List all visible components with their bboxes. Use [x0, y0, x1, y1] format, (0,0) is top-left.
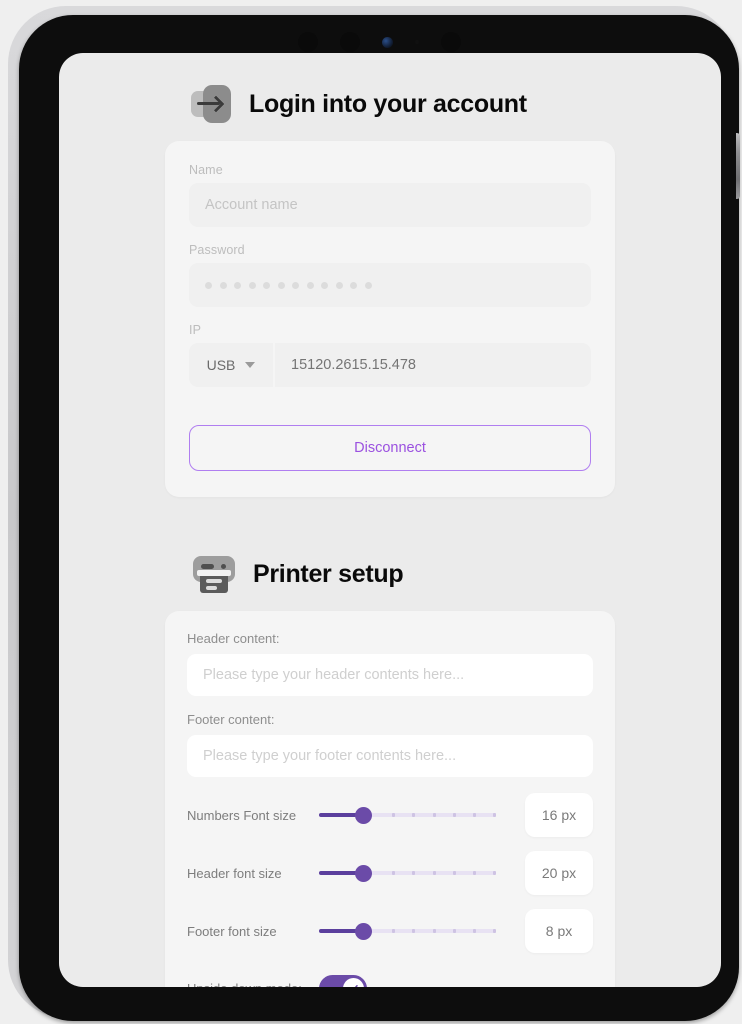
ip-label: IP [189, 323, 202, 337]
login-section-header: Login into your account [59, 83, 721, 125]
password-dots [205, 281, 372, 289]
footer-content-label: Footer content: [187, 712, 275, 727]
password-field-group: Password [189, 243, 591, 307]
upside-down-mode-row: Upside down mode: [187, 975, 593, 987]
printer-section-header: Printer setup [59, 553, 721, 595]
header-content-group: Header content: [187, 631, 593, 696]
proximity-sensor-icon [297, 32, 318, 52]
password-input[interactable] [189, 263, 591, 307]
name-label: Name [189, 163, 223, 177]
header-content-label: Header content: [187, 631, 280, 646]
printer-icon [191, 553, 237, 595]
numbers-font-size-label: Numbers Font size [187, 807, 297, 823]
numbers-font-size-value[interactable]: 16 px [525, 793, 593, 837]
tablet-screen: Login into your account Name Password [59, 53, 721, 987]
ip-row: USB [189, 343, 591, 387]
header-font-size-slider[interactable] [319, 862, 497, 884]
chevron-down-icon [245, 362, 256, 368]
toggle-knob [343, 978, 364, 987]
header-font-size-row: Header font size 20 px [187, 851, 593, 895]
ip-address-input[interactable] [275, 343, 591, 387]
numbers-font-size-row: Numbers Font size 16 px [187, 793, 593, 837]
tablet-frame: Login into your account Name Password [8, 6, 740, 1021]
footer-content-input[interactable] [187, 735, 593, 777]
login-arrow-icon [191, 83, 233, 125]
microphone-icon [414, 40, 419, 44]
upside-down-mode-toggle[interactable] [319, 975, 367, 987]
disconnect-button[interactable]: Disconnect [189, 425, 591, 471]
password-label: Password [189, 243, 245, 257]
account-name-input[interactable] [189, 183, 591, 227]
footer-font-size-value[interactable]: 8 px [525, 909, 593, 953]
slider-thumb[interactable] [355, 865, 372, 882]
front-camera-icon [381, 36, 393, 48]
login-title: Login into your account [249, 89, 527, 118]
ip-field-group: IP USB [189, 323, 591, 387]
printer-card: Header content: Footer content: Numbers … [165, 611, 615, 987]
login-card: Name Password IP [165, 141, 615, 497]
connection-type-value: USB [206, 357, 236, 373]
face-sensor-icon [440, 32, 461, 52]
ambient-light-sensor-icon [339, 32, 360, 52]
numbers-font-size-slider[interactable] [319, 804, 497, 826]
header-font-size-label: Header font size [187, 865, 282, 881]
name-field-group: Name [189, 163, 591, 227]
header-font-size-value[interactable]: 20 px [525, 851, 593, 895]
footer-font-size-slider[interactable] [319, 920, 497, 942]
slider-thumb[interactable] [355, 807, 372, 824]
footer-font-size-label: Footer font size [187, 923, 277, 939]
upside-down-mode-label: Upside down mode: [187, 981, 319, 987]
top-sensor-bar [19, 29, 739, 55]
footer-font-size-row: Footer font size 8 px [187, 909, 593, 953]
app-content: Login into your account Name Password [59, 53, 721, 987]
connection-type-dropdown[interactable]: USB [189, 343, 273, 387]
slider-thumb[interactable] [355, 923, 372, 940]
check-icon [354, 985, 358, 987]
header-content-input[interactable] [187, 654, 593, 696]
printer-title: Printer setup [253, 559, 404, 588]
footer-content-group: Footer content: [187, 712, 593, 777]
power-button[interactable] [736, 133, 740, 199]
tablet-body: Login into your account Name Password [19, 15, 740, 1021]
